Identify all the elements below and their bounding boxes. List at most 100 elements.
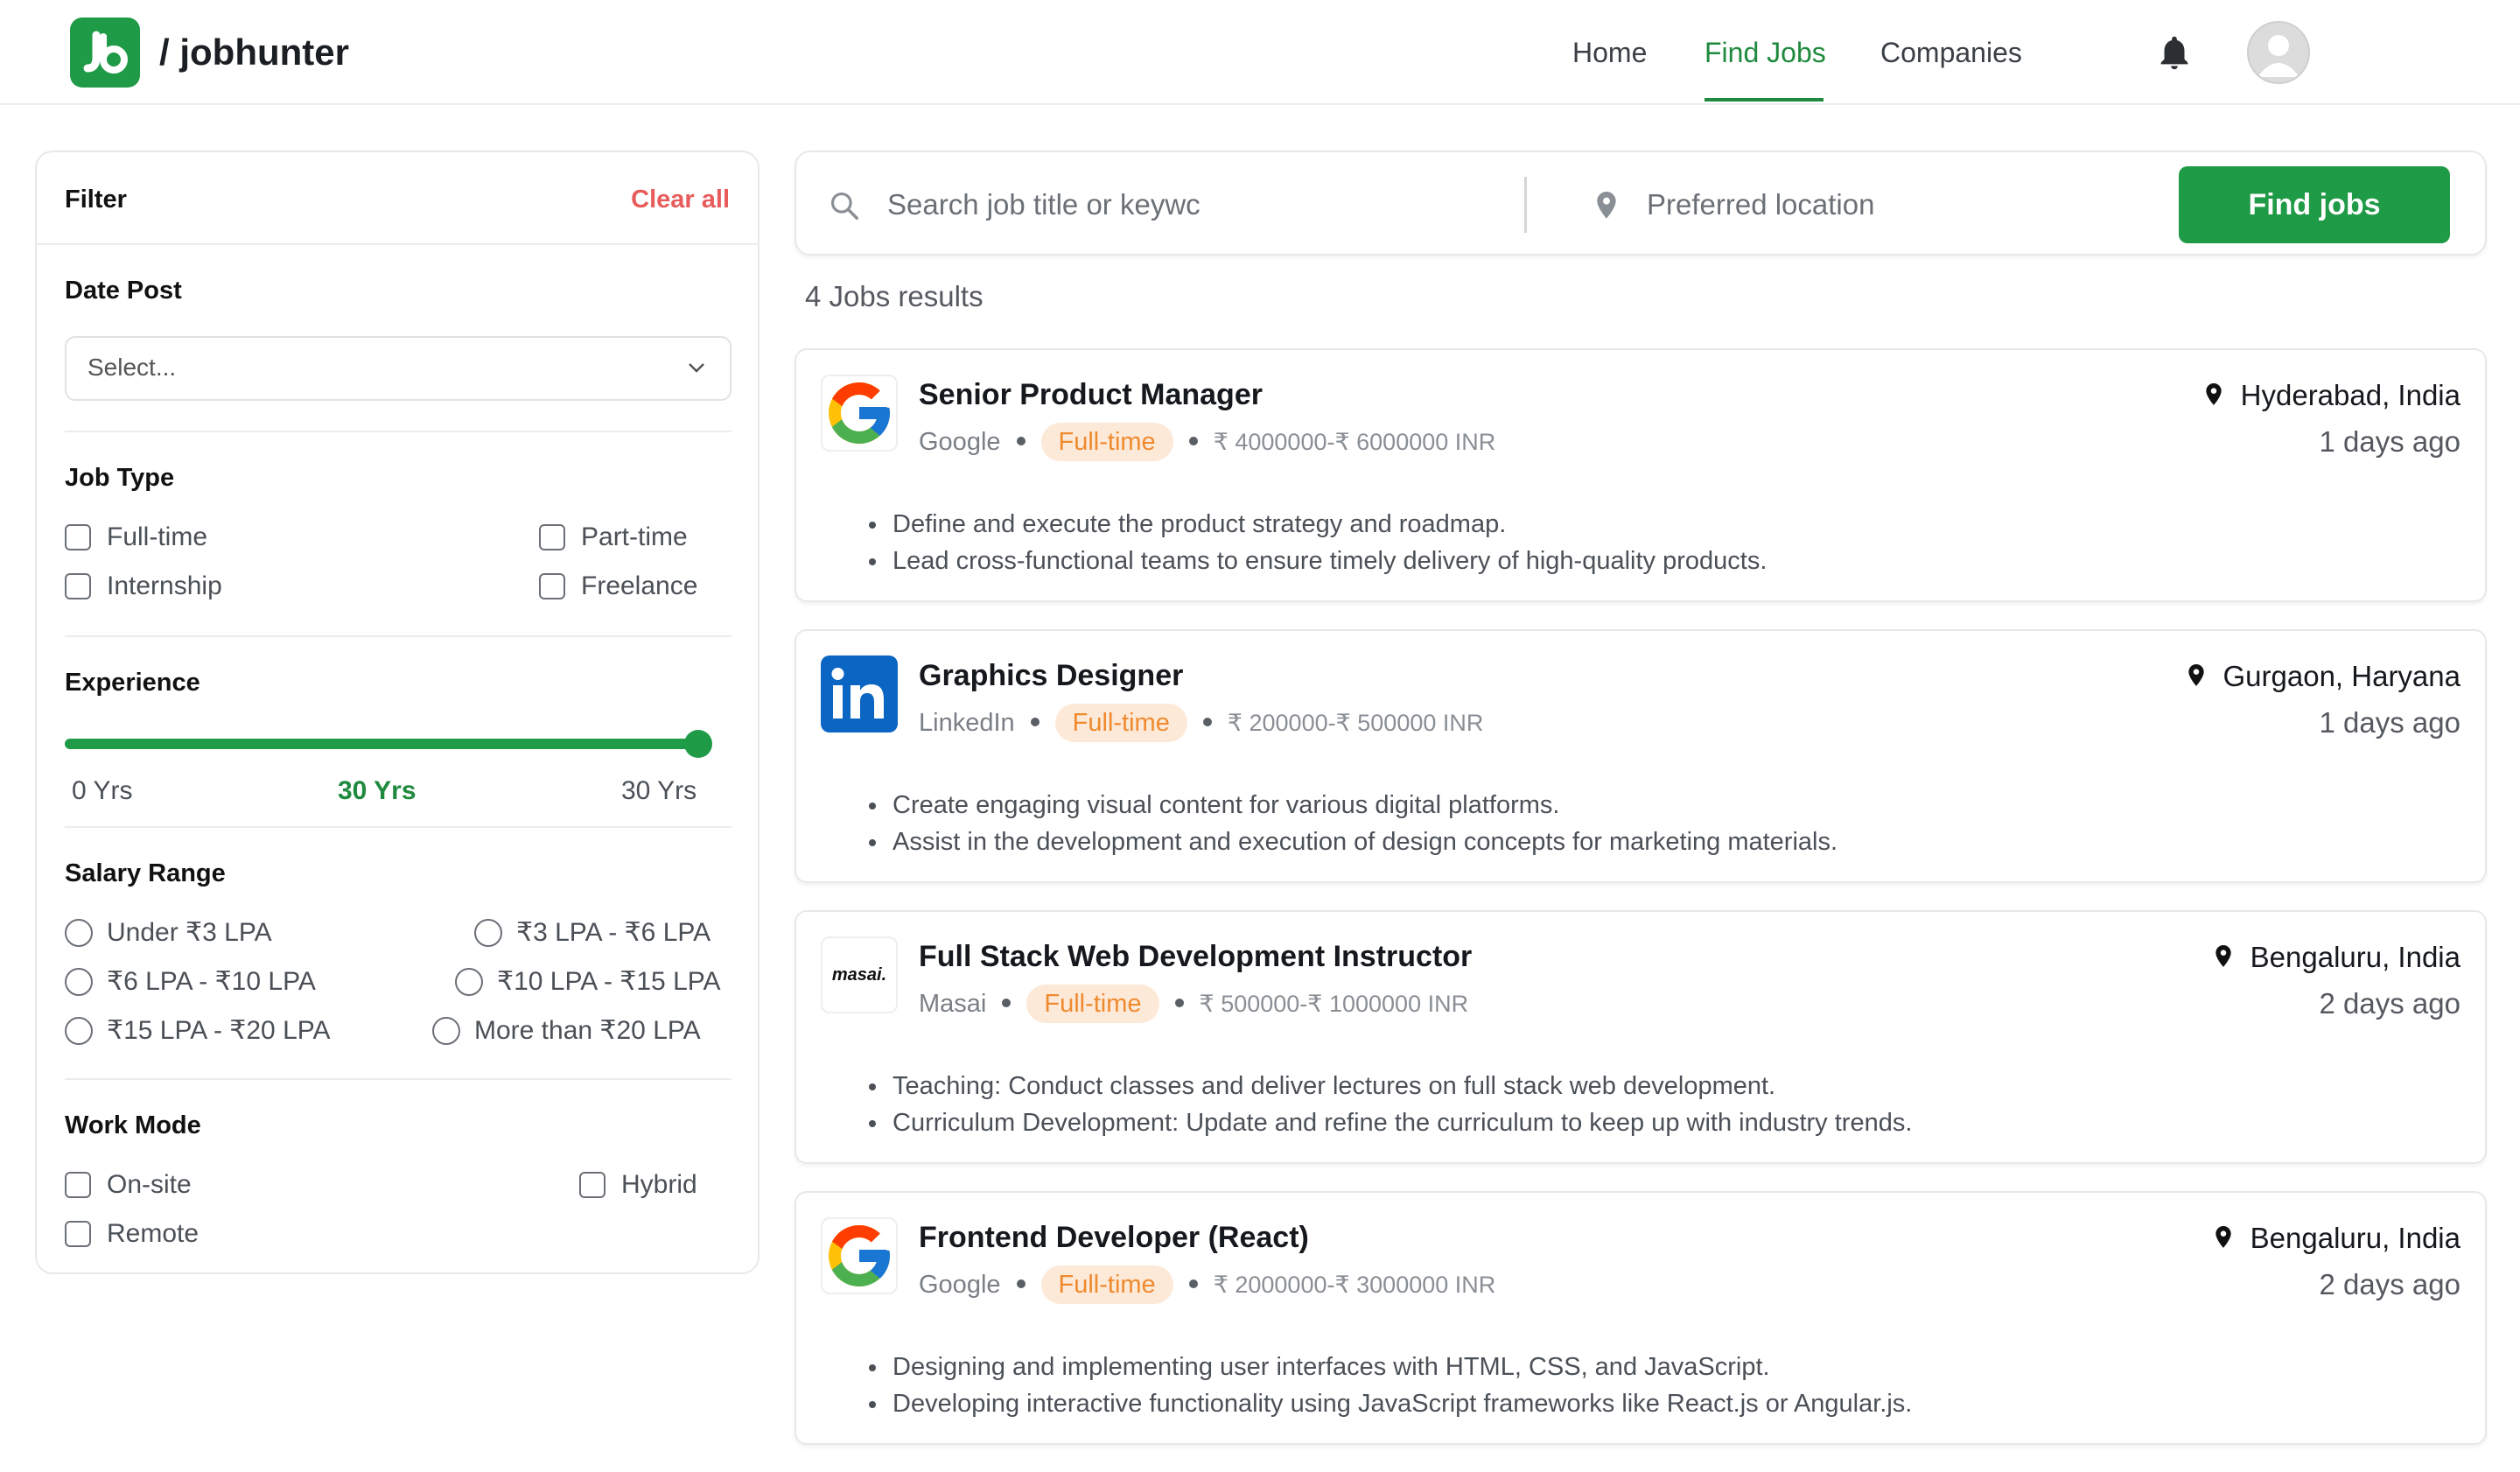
nav-home[interactable]: Home bbox=[1572, 26, 1647, 79]
search-icon bbox=[830, 192, 858, 220]
job-meta: Masai Full-time ₹ 500000-₹ 1000000 INR bbox=[919, 984, 1468, 1024]
experience-label: Experience bbox=[65, 669, 200, 697]
masai-logo-icon: masai. bbox=[821, 936, 898, 1013]
job-type-badge: Full-time bbox=[1040, 1265, 1173, 1304]
location-input[interactable]: Preferred location bbox=[1647, 186, 1874, 224]
brand-name[interactable]: / jobhunter bbox=[159, 25, 349, 81]
date-post-label: Date Post bbox=[65, 277, 182, 305]
chevron-down-icon bbox=[689, 363, 704, 373]
results-count: 4 Jobs results bbox=[805, 280, 984, 312]
job-title[interactable]: Graphics Designer bbox=[919, 659, 1183, 693]
linkedin-logo-icon bbox=[821, 655, 898, 732]
find-jobs-button[interactable]: Find jobs bbox=[2179, 166, 2450, 243]
clear-all-button[interactable]: Clear all bbox=[631, 186, 730, 214]
date-post-select[interactable]: Select... bbox=[65, 336, 732, 401]
option-remote[interactable]: Remote bbox=[107, 1218, 199, 1250]
location-pin-icon bbox=[2215, 1226, 2231, 1249]
option-10-15lpa[interactable]: ₹10 LPA - ₹15 LPA bbox=[497, 966, 721, 998]
notification-bell-icon[interactable] bbox=[2154, 32, 2194, 74]
option-freelance[interactable]: Freelance bbox=[581, 571, 697, 602]
salary-range-label: Salary Range bbox=[65, 859, 226, 887]
posted-time: 2 days ago bbox=[2319, 987, 2460, 1020]
location-text: Gurgaon, Haryana bbox=[2222, 660, 2461, 692]
checkbox-on-site[interactable] bbox=[65, 1172, 91, 1198]
experience-slider-handle[interactable] bbox=[684, 730, 712, 758]
location-pin-icon bbox=[1597, 192, 1616, 219]
location-text: Bengaluru, India bbox=[2250, 1222, 2460, 1254]
highlight-item: Lead cross-functional teams to ensure ti… bbox=[889, 543, 1767, 579]
experience-min: 0 Yrs bbox=[72, 776, 133, 805]
company-name[interactable]: Google bbox=[919, 428, 1001, 456]
job-title[interactable]: Frontend Developer (React) bbox=[919, 1221, 1309, 1255]
user-avatar-icon[interactable] bbox=[2247, 21, 2310, 84]
job-title[interactable]: Senior Product Manager bbox=[919, 378, 1263, 412]
posted-time: 2 days ago bbox=[2319, 1268, 2460, 1300]
job-meta: Google Full-time ₹ 4000000-₹ 6000000 INR bbox=[919, 422, 1495, 462]
radio-10-15lpa[interactable] bbox=[455, 968, 483, 996]
divider bbox=[65, 826, 732, 828]
radio-6-10lpa[interactable] bbox=[65, 968, 93, 996]
option-hybrid[interactable]: Hybrid bbox=[621, 1169, 697, 1201]
job-card[interactable]: masai. Full Stack Web Development Instru… bbox=[794, 910, 2487, 1164]
highlight-item: Designing and implementing user interfac… bbox=[889, 1349, 1912, 1385]
highlight-item: Teaching: Conduct classes and deliver le… bbox=[889, 1068, 1912, 1104]
option-part-time[interactable]: Part-time bbox=[581, 522, 688, 553]
highlight-item: Create engaging visual content for vario… bbox=[889, 787, 1838, 824]
google-logo-icon bbox=[821, 1217, 898, 1294]
separator-dot bbox=[1016, 1279, 1026, 1289]
search-input[interactable]: Search job title or keywc bbox=[887, 186, 1200, 224]
checkbox-remote[interactable] bbox=[65, 1221, 91, 1247]
highlight-item: Define and execute the product strategy … bbox=[889, 506, 1767, 543]
job-title[interactable]: Full Stack Web Development Instructor bbox=[919, 940, 1472, 974]
option-15-20lpa[interactable]: ₹15 LPA - ₹20 LPA bbox=[107, 1015, 331, 1047]
jobhunter-logo-icon[interactable] bbox=[70, 18, 140, 88]
company-name[interactable]: Masai bbox=[919, 990, 986, 1018]
checkbox-hybrid[interactable] bbox=[579, 1172, 606, 1198]
posted-time: 1 days ago bbox=[2319, 425, 2460, 458]
option-6-10lpa[interactable]: ₹6 LPA - ₹10 LPA bbox=[107, 966, 316, 998]
radio-3-6lpa[interactable] bbox=[474, 919, 502, 947]
job-highlights: Create engaging visual content for vario… bbox=[863, 787, 1838, 860]
nav-find-jobs[interactable]: Find Jobs bbox=[1704, 26, 1826, 79]
divider bbox=[37, 243, 758, 245]
radio-more-than-20lpa[interactable] bbox=[432, 1017, 460, 1045]
company-name[interactable]: Google bbox=[919, 1271, 1001, 1299]
option-more-than-20lpa[interactable]: More than ₹20 LPA bbox=[474, 1015, 701, 1047]
option-full-time[interactable]: Full-time bbox=[107, 522, 207, 553]
job-meta: Google Full-time ₹ 2000000-₹ 3000000 INR bbox=[919, 1265, 1495, 1305]
experience-max: 30 Yrs bbox=[621, 776, 697, 805]
masai-logo-text: masai. bbox=[831, 965, 887, 985]
separator-dot bbox=[1188, 1279, 1198, 1289]
filter-title: Filter bbox=[65, 186, 127, 214]
salary-range: ₹ 2000000-₹ 3000000 INR bbox=[1213, 1272, 1496, 1298]
job-card[interactable]: Graphics Designer LinkedIn Full-time ₹ 200… bbox=[794, 629, 2487, 883]
radio-15-20lpa[interactable] bbox=[65, 1017, 93, 1045]
option-on-site[interactable]: On-site bbox=[107, 1169, 192, 1201]
job-card[interactable]: Senior Product Manager Google Full-time ₹ … bbox=[794, 348, 2487, 602]
checkbox-full-time[interactable] bbox=[65, 524, 91, 550]
salary-range: ₹ 4000000-₹ 6000000 INR bbox=[1213, 429, 1496, 455]
job-type-badge: Full-time bbox=[1054, 704, 1187, 742]
separator-dot bbox=[1016, 437, 1026, 446]
option-internship[interactable]: Internship bbox=[107, 571, 222, 602]
company-name[interactable]: LinkedIn bbox=[919, 709, 1015, 737]
separator-dot bbox=[1188, 437, 1198, 446]
separator-dot bbox=[1002, 999, 1012, 1008]
nav-companies[interactable]: Companies bbox=[1880, 26, 2022, 79]
checkbox-part-time[interactable] bbox=[539, 524, 565, 550]
location-pin-icon bbox=[2188, 664, 2204, 687]
search-divider bbox=[1524, 177, 1527, 233]
radio-under-3lpa[interactable] bbox=[65, 919, 93, 947]
work-mode-label: Work Mode bbox=[65, 1111, 201, 1139]
job-card[interactable]: Frontend Developer (React) Google Full-ti… bbox=[794, 1191, 2487, 1445]
option-under-3lpa[interactable]: Under ₹3 LPA bbox=[107, 917, 272, 949]
job-type-label: Job Type bbox=[65, 464, 175, 492]
checkbox-internship[interactable] bbox=[65, 573, 91, 599]
checkbox-freelance[interactable] bbox=[539, 573, 565, 599]
google-logo-icon bbox=[821, 375, 898, 452]
salary-range: ₹ 500000-₹ 1000000 INR bbox=[1199, 991, 1469, 1017]
job-highlights: Define and execute the product strategy … bbox=[863, 506, 1767, 579]
option-3-6lpa[interactable]: ₹3 LPA - ₹6 LPA bbox=[516, 917, 710, 949]
salary-range: ₹ 200000-₹ 500000 INR bbox=[1227, 710, 1484, 736]
experience-slider-track[interactable] bbox=[65, 739, 700, 749]
